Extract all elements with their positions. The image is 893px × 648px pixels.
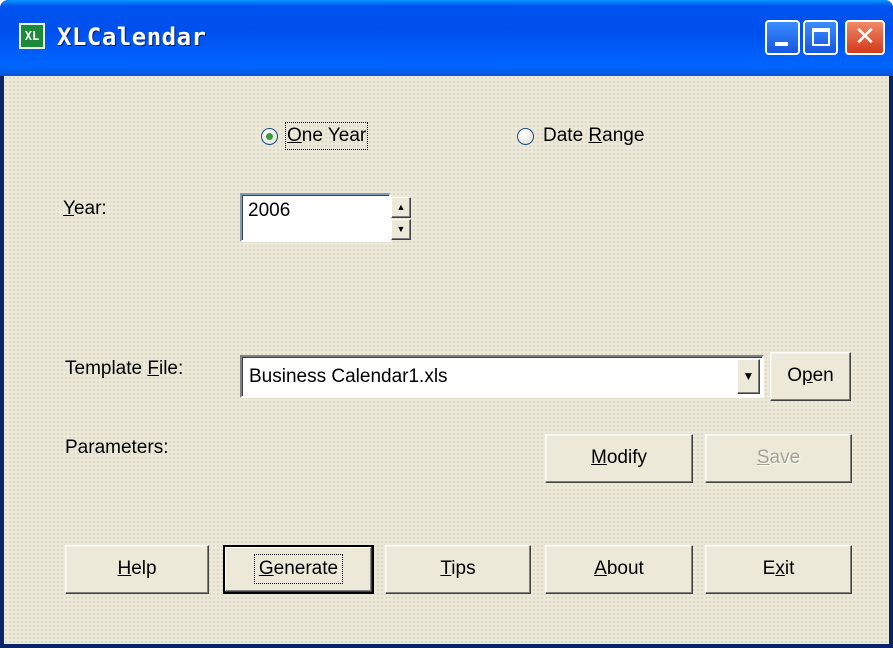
maximize-button[interactable] [803,20,838,55]
exit-button[interactable]: Exit [705,545,852,594]
maximize-icon [812,28,830,46]
radio-date-range[interactable]: Date Range [517,124,644,148]
window-title: XLCalendar [57,23,207,51]
minimize-icon [775,42,788,46]
close-icon: ✕ [854,22,876,52]
title-bar[interactable]: XL XLCalendar ✕ [0,0,893,76]
close-button[interactable]: ✕ [845,20,885,55]
template-file-value: Business Calendar1.xls [249,366,448,387]
modify-button[interactable]: Modify [545,434,693,483]
dropdown-arrow-icon[interactable]: ▼ [737,359,760,394]
template-file-select[interactable]: Business Calendar1.xls ▼ [240,355,764,398]
help-button[interactable]: Help [65,545,209,594]
radio-one-year[interactable]: One Year [261,122,369,150]
radio-one-year-label: One Year [284,122,369,150]
excel-icon: XL [19,23,45,49]
dialog-body: One Year Date Range Year: 2006 ▲ ▼ Templ… [4,76,889,644]
save-button: Save [705,434,852,483]
year-input[interactable]: 2006 [240,193,391,242]
radio-unchecked-icon[interactable] [517,127,534,145]
year-spin-up[interactable]: ▲ [391,197,411,218]
year-label: Year: [63,198,107,219]
year-spin-down[interactable]: ▼ [391,219,411,240]
template-file-label: Template File: [65,358,184,379]
tips-button[interactable]: Tips [385,545,531,594]
xlcalendar-window: XL XLCalendar ✕ One Year Date Range Year… [0,0,893,648]
arrow-down-icon: ▼ [396,224,406,234]
about-button[interactable]: About [545,545,693,594]
generate-button[interactable]: Generate [223,545,374,594]
minimize-button[interactable] [765,20,800,55]
radio-checked-icon[interactable] [261,127,278,145]
arrow-up-icon: ▲ [396,202,406,212]
open-button[interactable]: Open [770,352,851,401]
radio-date-range-label: Date Range [543,125,645,146]
parameters-label: Parameters: [65,437,169,458]
